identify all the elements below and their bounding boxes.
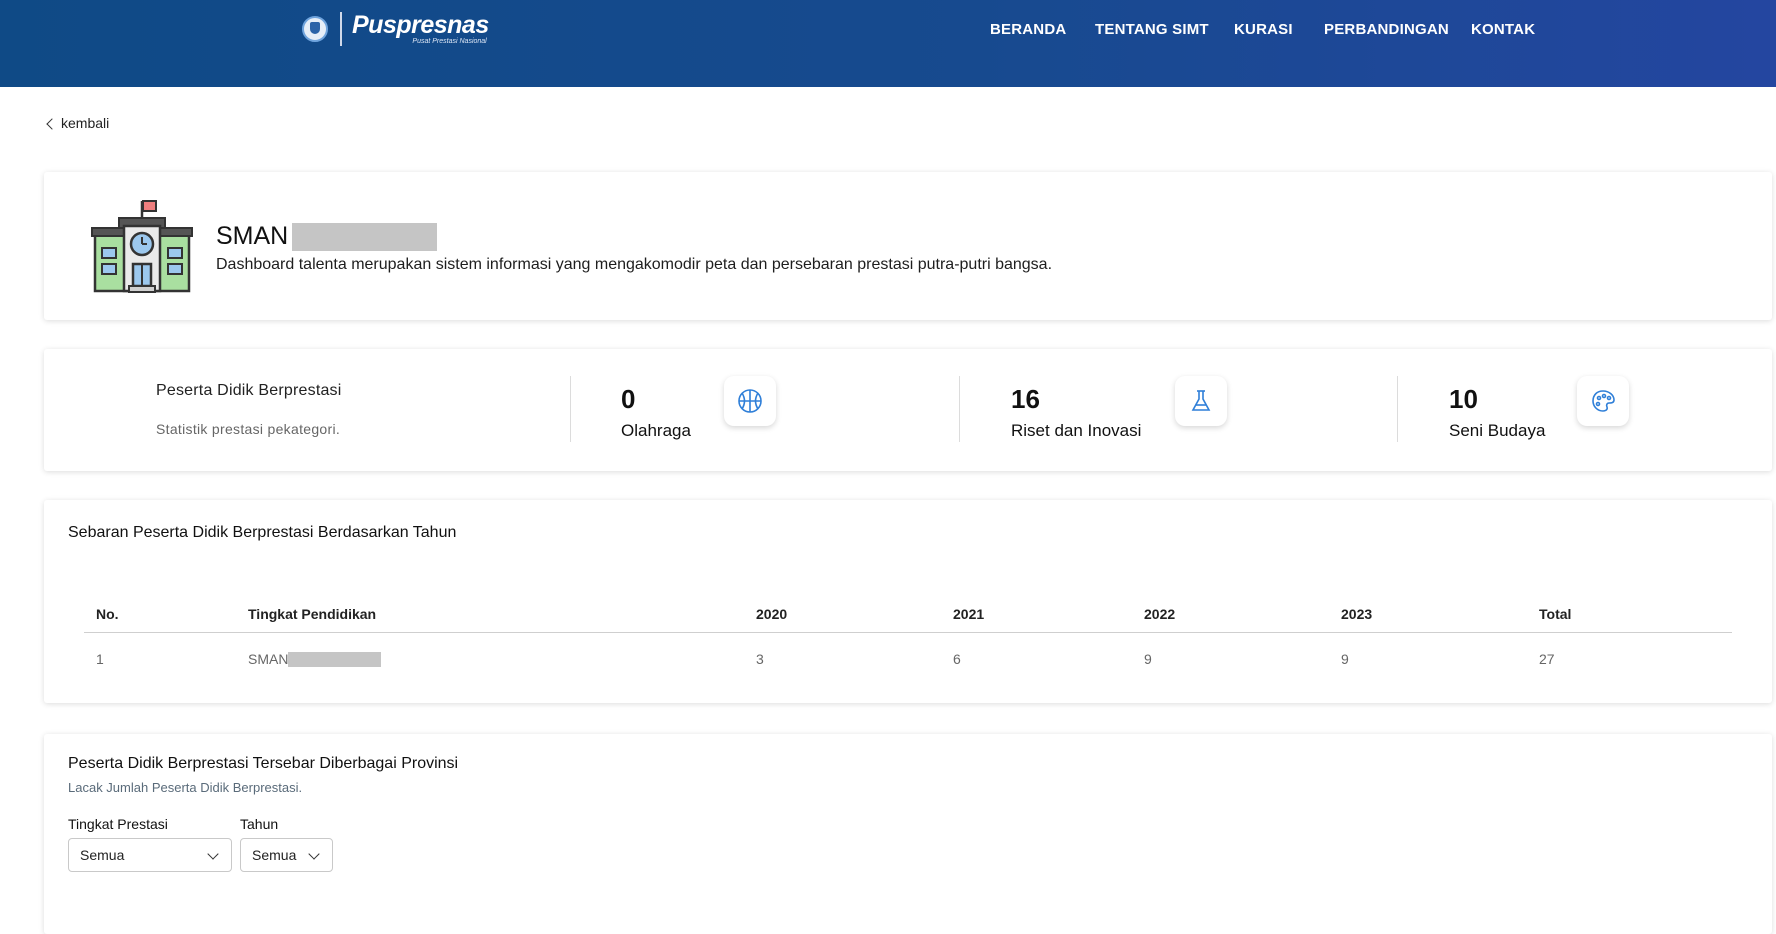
stat-riset-label: Riset dan Inovasi	[1011, 421, 1142, 440]
province-title: Peserta Didik Berprestasi Tersebar Diber…	[68, 755, 459, 772]
stats-title: Peserta Didik Berprestasi	[156, 382, 342, 399]
school-name: SMAN	[216, 222, 438, 251]
col-2023: 2023	[1341, 596, 1539, 633]
chevron-down-icon	[308, 848, 320, 860]
tut-wuri-emblem-icon	[302, 16, 328, 42]
cell-2023: 9	[1341, 651, 1349, 667]
filter-tahun-select[interactable]: Semua	[240, 838, 333, 872]
divider	[570, 376, 571, 442]
province-distribution-card: Peserta Didik Berprestasi Tersebar Diber…	[44, 734, 1772, 934]
art-palette-icon	[1577, 376, 1629, 426]
flask-icon	[1175, 376, 1227, 426]
site-logo[interactable]: Puspresnas Pusat Prestasi Nasional	[302, 11, 489, 47]
cell-no: 1	[96, 651, 104, 667]
chevron-left-icon	[46, 117, 58, 130]
chevron-down-icon	[207, 848, 219, 860]
cell-2020: 3	[756, 651, 764, 667]
year-table-title: Sebaran Peserta Didik Berprestasi Berdas…	[68, 524, 457, 541]
school-name-text: SMAN	[216, 222, 289, 250]
cell-2021: 6	[953, 651, 961, 667]
redacted-block	[292, 222, 438, 251]
col-2020: 2020	[756, 596, 953, 633]
col-tingkat-pendidikan: Tingkat Pendidikan	[248, 596, 756, 633]
stat-seni-value: 10	[1449, 384, 1478, 414]
logo-text: Puspresnas	[352, 11, 489, 39]
basketball-icon	[724, 376, 776, 426]
stat-riset-value: 16	[1011, 384, 1040, 414]
divider	[959, 376, 960, 442]
table-header-row: No. Tingkat Pendidikan 2020 2021 2022 20…	[84, 596, 1732, 633]
nav-perbandingan[interactable]: PERBANDINGAN	[1324, 21, 1449, 38]
cell-school-text: SMAN	[248, 651, 289, 667]
achievement-stats-card: Peserta Didik Berprestasi Statistik pres…	[44, 349, 1772, 471]
col-2021: 2021	[953, 596, 1144, 633]
top-navbar: Puspresnas Pusat Prestasi Nasional BERAN…	[0, 0, 1776, 87]
year-distribution-card: Sebaran Peserta Didik Berprestasi Berdas…	[44, 500, 1772, 703]
filter-tingkat-value: Semua	[80, 847, 125, 863]
nav-tentang-simt[interactable]: TENTANG SIMT	[1095, 21, 1209, 38]
logo-subtext: Pusat Prestasi Nasional	[412, 38, 487, 45]
col-total: Total	[1539, 596, 1732, 633]
filter-tingkat-label: Tingkat Prestasi	[68, 816, 168, 832]
cell-2022: 9	[1144, 651, 1152, 667]
divider	[1397, 376, 1398, 442]
back-label: kembali	[61, 115, 110, 131]
province-subtitle: Lacak Jumlah Peserta Didik Berprestasi.	[68, 780, 303, 795]
year-table: No. Tingkat Pendidikan 2020 2021 2022 20…	[84, 596, 1732, 685]
stat-seni-label: Seni Budaya	[1449, 421, 1546, 440]
nav-beranda[interactable]: BERANDA	[990, 21, 1066, 38]
col-2022: 2022	[1144, 596, 1341, 633]
table-row: 1 SMAN 3 6 9 9 27	[84, 633, 1732, 686]
filter-tahun-value: Semua	[252, 847, 297, 863]
school-building-icon	[91, 200, 193, 293]
stats-subtitle: Statistik prestasi pekategori.	[156, 421, 341, 437]
redacted-block	[288, 652, 382, 667]
filter-tingkat-select[interactable]: Semua	[68, 838, 232, 872]
cell-total: 27	[1539, 651, 1555, 667]
nav-kontak[interactable]: KONTAK	[1471, 21, 1535, 38]
nav-kurasi[interactable]: KURASI	[1234, 21, 1293, 38]
stat-olahraga-value: 0	[621, 384, 636, 414]
back-link[interactable]: kembali	[46, 115, 110, 131]
cell-school: SMAN	[248, 633, 756, 686]
filter-tahun-label: Tahun	[240, 816, 279, 832]
logo-divider	[340, 12, 342, 46]
school-profile-card: SMAN Dashboard talenta merupakan sistem …	[44, 172, 1772, 320]
col-no: No.	[84, 596, 248, 633]
stat-olahraga-label: Olahraga	[621, 421, 691, 440]
school-description: Dashboard talenta merupakan sistem infor…	[216, 256, 1053, 273]
